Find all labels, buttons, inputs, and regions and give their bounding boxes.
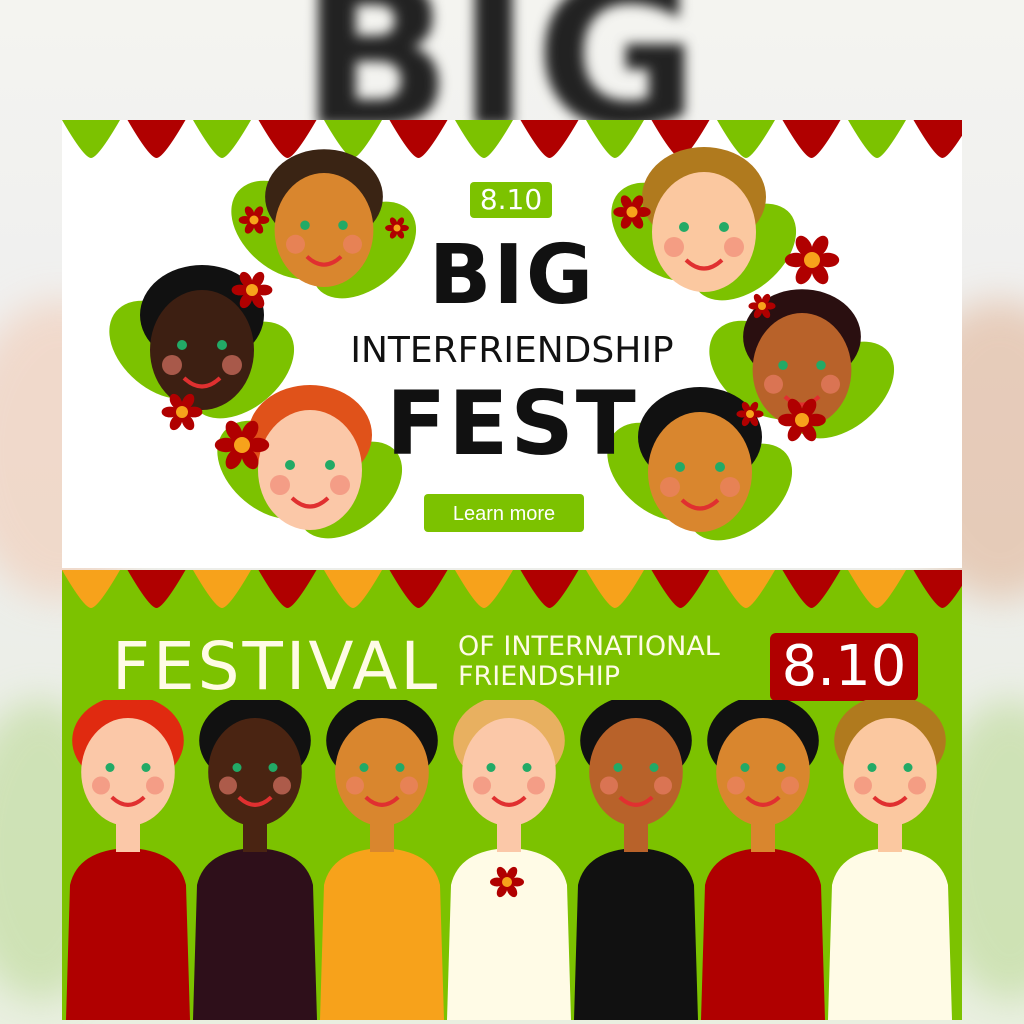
- bunting-flag: [193, 570, 251, 608]
- face: [72, 700, 184, 826]
- eye: [105, 763, 115, 772]
- cheek: [720, 477, 740, 497]
- subtitle-line1: OF INTERNATIONAL: [458, 631, 720, 662]
- bunting-flag: [62, 570, 120, 608]
- face: [326, 700, 438, 826]
- person: [447, 700, 571, 1020]
- face: [707, 700, 819, 826]
- bunting-flag: [848, 570, 906, 608]
- cheek: [854, 776, 872, 795]
- people-illustration: [66, 700, 952, 1020]
- person: [701, 700, 825, 1020]
- cheek: [727, 776, 745, 795]
- eye: [141, 763, 151, 772]
- cheek: [781, 776, 799, 795]
- eye: [268, 763, 278, 772]
- flower-center: [502, 877, 512, 887]
- cheek: [92, 776, 110, 795]
- cheek: [346, 776, 364, 795]
- bunting-flag: [455, 570, 513, 608]
- cheek: [270, 475, 290, 495]
- head: [589, 718, 683, 826]
- person: [66, 700, 190, 1020]
- eye: [776, 763, 786, 772]
- person: [193, 700, 317, 1020]
- cheek: [400, 776, 418, 795]
- flower-center: [626, 206, 638, 218]
- bunting-flag: [651, 570, 710, 608]
- cheek: [908, 776, 926, 795]
- cheek: [273, 776, 291, 795]
- head: [335, 718, 429, 826]
- eye: [903, 763, 913, 772]
- eye: [232, 763, 242, 772]
- shirt: [701, 848, 825, 1020]
- title-interfriendship: INTERFRIENDSHIP: [350, 330, 674, 371]
- shirt: [574, 848, 698, 1020]
- bunting-flag: [520, 570, 579, 608]
- head: [843, 718, 937, 826]
- cheek: [473, 776, 491, 795]
- bunting-flag: [586, 570, 644, 608]
- cheek: [527, 776, 545, 795]
- shirt: [320, 848, 444, 1020]
- subtitle-line2: FRIENDSHIP: [458, 661, 620, 692]
- head: [462, 718, 556, 826]
- cheek: [654, 776, 672, 795]
- bunting-flag: [389, 570, 448, 608]
- eye: [359, 763, 369, 772]
- eye: [486, 763, 496, 772]
- title-fest: FEST: [386, 372, 638, 475]
- eye: [740, 763, 750, 772]
- bunting-flag: [717, 570, 775, 608]
- date-badge-bottom: 8.10: [770, 633, 918, 701]
- festival-title: FESTIVAL: [112, 628, 441, 705]
- person: [320, 700, 444, 1020]
- learn-more-button[interactable]: Learn more: [424, 494, 584, 532]
- bunting-flag: [258, 570, 317, 608]
- bunting-flag: [782, 570, 841, 608]
- bunting-flag: [127, 570, 186, 608]
- top-banner: 8.10 BIG INTERFRIENDSHIP FEST Learn more: [62, 120, 962, 568]
- eye: [867, 763, 877, 772]
- person: [574, 700, 698, 1020]
- cheek: [146, 776, 164, 795]
- bunting-bottom: [62, 570, 962, 608]
- eye: [649, 763, 659, 772]
- eye: [522, 763, 532, 772]
- cheek: [660, 477, 680, 497]
- festival-subtitle: OF INTERNATIONAL FRIENDSHIP: [458, 632, 720, 692]
- head: [81, 718, 175, 826]
- person: [828, 700, 952, 1020]
- date-badge: 8.10: [470, 182, 552, 218]
- shirt: [66, 848, 190, 1020]
- shirt: [828, 848, 952, 1020]
- cheek: [330, 475, 350, 495]
- face: [199, 700, 311, 826]
- eye: [395, 763, 405, 772]
- head: [208, 718, 302, 826]
- head: [716, 718, 810, 826]
- face: [453, 700, 565, 826]
- title-big: BIG: [428, 228, 596, 323]
- bunting-flag: [913, 570, 962, 608]
- eye: [613, 763, 623, 772]
- bottom-banner: FESTIVAL OF INTERNATIONAL FRIENDSHIP 8.1…: [62, 570, 962, 1020]
- face: [834, 700, 946, 826]
- bunting-flag: [324, 570, 382, 608]
- cheek: [600, 776, 618, 795]
- shirt: [193, 848, 317, 1020]
- face: [580, 700, 692, 826]
- flower-center: [249, 215, 259, 225]
- cheek: [219, 776, 237, 795]
